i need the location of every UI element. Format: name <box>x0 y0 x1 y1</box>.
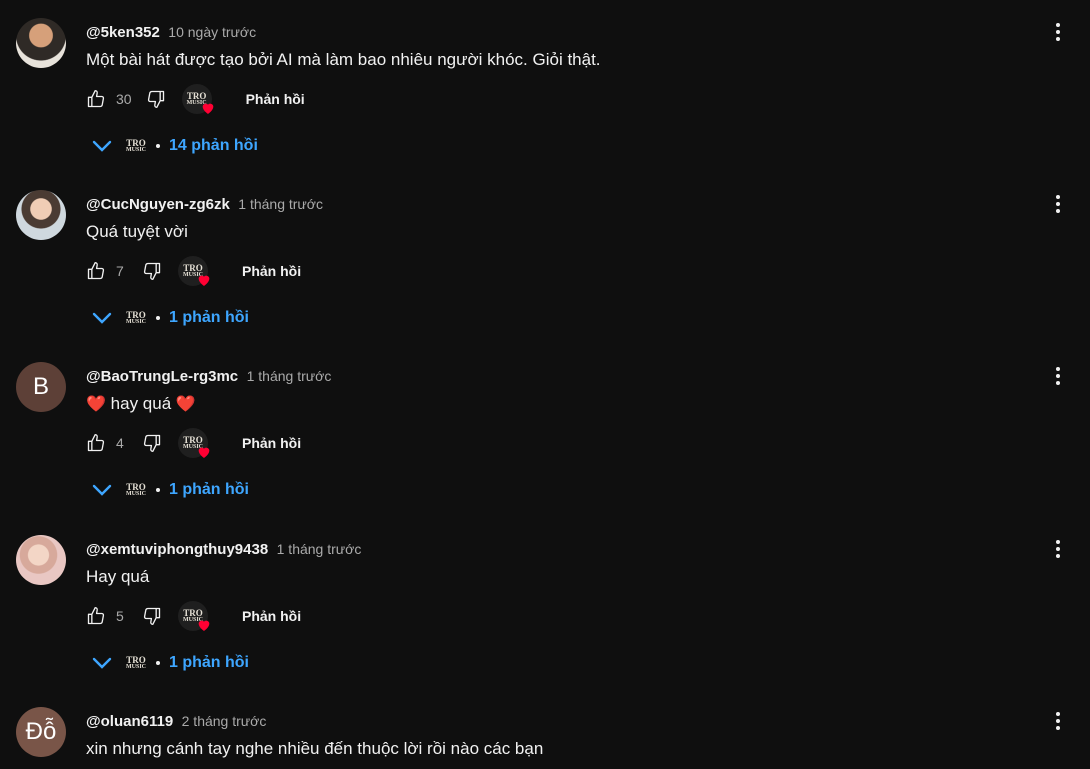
avatar[interactable] <box>16 18 66 68</box>
view-replies-button[interactable]: TRO MUSIC 14 phản hồi <box>86 130 258 162</box>
replies-count[interactable]: 1 phản hồi <box>169 654 249 672</box>
thumb-up-icon[interactable] <box>86 433 106 453</box>
separator-dot <box>156 661 160 665</box>
view-replies-button[interactable]: TRO MUSIC 1 phản hồi <box>86 647 249 679</box>
avatar[interactable]: B <box>16 362 66 412</box>
view-replies-button[interactable]: TRO MUSIC 1 phản hồi <box>86 302 249 334</box>
creator-avatar: TRO MUSIC <box>125 481 146 497</box>
creator-heart: TRO MUSIC <box>178 428 210 458</box>
author-name[interactable]: @5ken352 <box>86 24 160 41</box>
avatar[interactable] <box>16 190 66 240</box>
more-vertical-icon[interactable] <box>1046 364 1070 388</box>
comment-text: Quá tuyệt vời <box>86 222 188 241</box>
heart-badge-icon <box>202 103 213 114</box>
thumb-down-icon[interactable] <box>142 606 162 626</box>
view-replies-button[interactable]: TRO MUSIC 1 phản hồi <box>86 474 249 506</box>
like-count: 7 <box>116 263 124 279</box>
author-name[interactable]: @CucNguyen-zg6zk <box>86 196 230 213</box>
creator-heart: TRO MUSIC <box>178 256 210 286</box>
author-name[interactable]: @xemtuviphongthuy9438 <box>86 541 268 558</box>
heart-emoji: ❤️ <box>86 396 106 413</box>
like-count: 4 <box>116 435 124 451</box>
comment-time[interactable]: 1 tháng trước <box>247 368 332 384</box>
thumb-up-icon[interactable] <box>86 606 106 626</box>
comment-text: Một bài hát được tạo bởi AI mà làm bao n… <box>86 50 601 69</box>
comment-header: @BaoTrungLe-rg3mc 1 tháng trước <box>86 368 331 386</box>
chevron-down-icon <box>88 136 116 156</box>
separator-dot <box>156 316 160 320</box>
heart-badge-icon <box>198 620 210 631</box>
thumb-down-icon[interactable] <box>142 433 162 453</box>
creator-avatar: TRO MUSIC <box>125 137 146 153</box>
creator-heart: TRO MUSIC <box>181 84 213 114</box>
thumb-up-icon[interactable] <box>86 261 106 281</box>
replies-count[interactable]: 1 phản hồi <box>169 481 249 499</box>
chevron-down-icon <box>88 480 116 500</box>
replies-count[interactable]: 14 phản hồi <box>169 137 258 155</box>
comment-header: @5ken352 10 ngày trước <box>86 24 256 42</box>
creator-avatar: TRO MUSIC <box>125 654 146 670</box>
comment-text: Hay quá <box>86 567 150 586</box>
heart-badge-icon <box>198 275 210 286</box>
like-count: 30 <box>116 91 132 107</box>
thumb-down-icon[interactable] <box>146 89 166 109</box>
comments-list: @5ken352 10 ngày trước Một bài hát được … <box>0 0 1090 769</box>
comment-actions: 30 TRO MUSIC Phản hồi <box>86 82 305 116</box>
chevron-down-icon <box>88 308 116 328</box>
comment-header: @xemtuviphongthuy9438 1 tháng trước <box>86 541 361 559</box>
avatar[interactable] <box>16 535 66 585</box>
author-name[interactable]: @oluan6119 <box>86 713 173 730</box>
reply-button[interactable]: Phản hồi <box>242 263 301 279</box>
comment-header: @CucNguyen-zg6zk 1 tháng trước <box>86 196 323 214</box>
more-vertical-icon[interactable] <box>1046 20 1070 44</box>
thumb-up-icon[interactable] <box>86 89 106 109</box>
comment-header: @oluan6119 2 tháng trước <box>86 713 266 731</box>
thumb-down-icon[interactable] <box>142 261 162 281</box>
comment-text-body: hay quá <box>110 394 172 413</box>
more-vertical-icon[interactable] <box>1046 709 1070 733</box>
more-vertical-icon[interactable] <box>1046 192 1070 216</box>
heart-badge-icon <box>198 447 210 458</box>
comment-time[interactable]: 2 tháng trước <box>182 713 267 729</box>
creator-heart: TRO MUSIC <box>178 601 210 631</box>
reply-button[interactable]: Phản hồi <box>242 608 301 624</box>
author-name[interactable]: @BaoTrungLe-rg3mc <box>86 368 238 385</box>
chevron-down-icon <box>88 653 116 673</box>
like-count: 5 <box>116 608 124 624</box>
reply-button[interactable]: Phản hồi <box>246 91 305 107</box>
heart-emoji: ❤️ <box>175 396 196 413</box>
comment-actions: 4 TRO MUSIC Phản hồi <box>86 426 301 460</box>
comment-time[interactable]: 1 tháng trước <box>277 541 362 557</box>
comment-actions: 5 TRO MUSIC Phản hồi <box>86 599 301 633</box>
avatar[interactable]: Đỗ <box>16 707 66 757</box>
more-vertical-icon[interactable] <box>1046 537 1070 561</box>
separator-dot <box>156 488 160 492</box>
replies-count[interactable]: 1 phản hồi <box>169 309 249 327</box>
comment-text: xin nhưng cánh tay nghe nhiều đến thuộc … <box>86 739 544 758</box>
comment-text: ❤️ hay quá ❤️ <box>86 394 196 414</box>
comment-time[interactable]: 10 ngày trước <box>168 24 256 40</box>
comment-time[interactable]: 1 tháng trước <box>238 196 323 212</box>
separator-dot <box>156 144 160 148</box>
reply-button[interactable]: Phản hồi <box>242 435 301 451</box>
comment-actions: 7 TRO MUSIC Phản hồi <box>86 254 301 288</box>
creator-avatar: TRO MUSIC <box>125 309 146 325</box>
